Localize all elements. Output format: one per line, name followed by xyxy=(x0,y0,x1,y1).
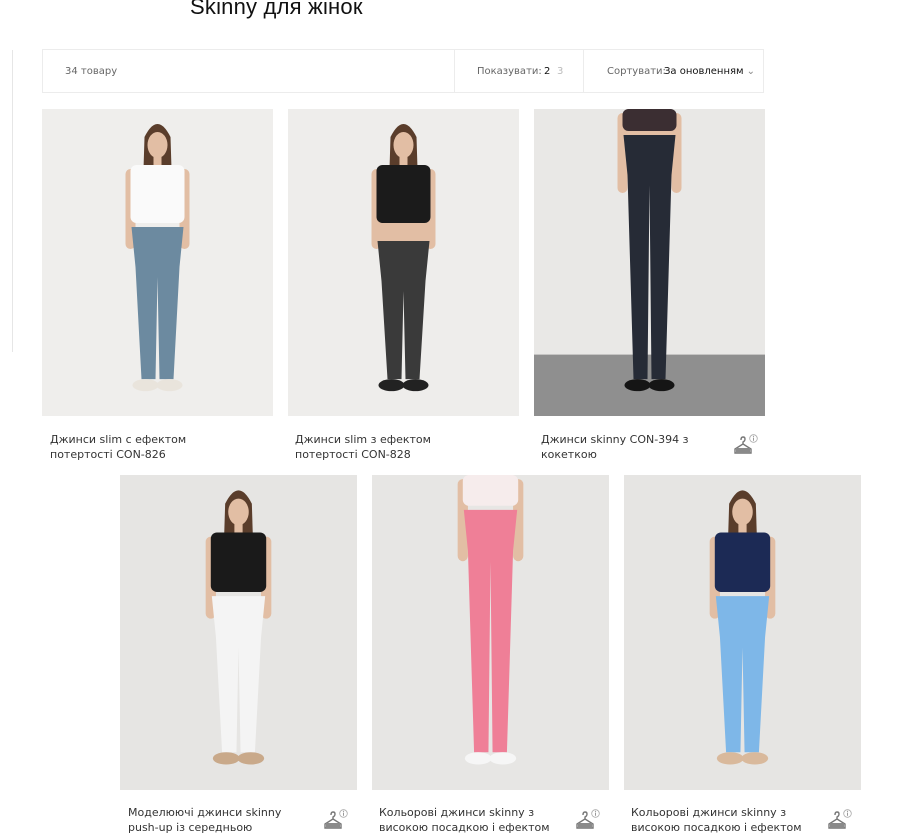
info-icon-dot xyxy=(846,810,849,812)
model-photo xyxy=(42,109,273,416)
hanger-info-icon[interactable] xyxy=(732,434,758,456)
info-icon-dot xyxy=(342,810,345,812)
product-card[interactable]: Джинси skinny CON-394 з кокеткою xyxy=(534,109,765,469)
model-photo xyxy=(372,475,609,790)
model-shoe xyxy=(648,379,675,392)
model-neck xyxy=(399,155,408,165)
model-shoe xyxy=(237,752,265,765)
columns-option-2[interactable]: 2 xyxy=(544,66,550,77)
product-image[interactable] xyxy=(120,475,357,790)
model-photo xyxy=(288,109,519,416)
catalog-toolbar: 34 товару Показувати: 2 3 Сортувати: За … xyxy=(42,49,764,93)
catalog-page: Skinny для жінок 34 товару Показувати: 2… xyxy=(0,0,900,839)
product-image[interactable] xyxy=(624,475,861,790)
hanger-icon xyxy=(324,809,348,829)
filter-panel-edge xyxy=(12,50,13,352)
model-torso xyxy=(627,131,672,135)
model-head xyxy=(393,132,414,158)
model-shoe xyxy=(378,379,405,392)
hanger-icon xyxy=(828,809,852,829)
sort-dropdown[interactable]: За оновленням ⌄ xyxy=(664,66,755,77)
model-photo xyxy=(120,475,357,790)
model-neck xyxy=(738,522,747,533)
page-title: Skinny для жінок xyxy=(190,0,363,19)
product-name[interactable]: Джинси slim с ефектом потертості CON-826 xyxy=(50,432,200,462)
product-card[interactable]: Джинси slim з ефектом потертості CON-828 xyxy=(288,109,519,469)
model-torso xyxy=(381,223,426,241)
model-photo xyxy=(624,475,861,790)
toolbar-divider xyxy=(583,50,584,92)
model-shoe xyxy=(489,752,517,765)
model-neck xyxy=(234,522,243,533)
sort-label: Сортувати: xyxy=(607,66,666,77)
toolbar-divider xyxy=(454,50,455,92)
model-photo xyxy=(534,109,765,416)
chevron-down-icon: ⌄ xyxy=(746,66,755,77)
info-icon-stem xyxy=(753,437,754,441)
product-card[interactable]: Кольорові джинси skinny з високою посадк… xyxy=(372,475,609,839)
model-head xyxy=(147,132,168,158)
info-icon-dot xyxy=(752,435,755,437)
model-shoe xyxy=(716,752,744,765)
columns-option-3[interactable]: 3 xyxy=(557,66,563,77)
hanger-info-icon[interactable] xyxy=(574,809,600,831)
product-card[interactable]: Моделюючі джинси skinny push-up із серед… xyxy=(120,475,357,839)
product-image[interactable] xyxy=(372,475,609,790)
product-image[interactable] xyxy=(288,109,519,416)
hanger-info-icon[interactable] xyxy=(322,809,348,831)
hanger-fill xyxy=(326,823,340,828)
model-top xyxy=(462,475,519,506)
model-top xyxy=(376,165,431,223)
model-top xyxy=(130,165,185,223)
product-image[interactable] xyxy=(534,109,765,416)
info-icon-stem xyxy=(595,812,596,816)
model-shoe xyxy=(464,752,492,765)
product-count: 34 товару xyxy=(65,66,118,77)
product-card[interactable]: Джинси slim с ефектом потертості CON-826 xyxy=(42,109,273,469)
info-icon-dot xyxy=(594,810,597,812)
product-name[interactable]: Кольорові джинси skinny з високою посадк… xyxy=(379,805,559,835)
info-icon-stem xyxy=(847,812,848,816)
hanger-fill xyxy=(830,823,844,828)
hanger-fill xyxy=(578,823,592,828)
product-image[interactable] xyxy=(42,109,273,416)
sort-value: За оновленням xyxy=(664,66,744,77)
hanger-info-icon[interactable] xyxy=(826,809,852,831)
model-shoe xyxy=(624,379,651,392)
info-icon-stem xyxy=(343,812,344,816)
model-top xyxy=(622,109,677,131)
product-name[interactable]: Джинси slim з ефектом потертості CON-828 xyxy=(295,432,445,462)
columns-label: Показувати: xyxy=(477,66,542,77)
model-top xyxy=(210,532,267,592)
model-shoe xyxy=(741,752,769,765)
model-top xyxy=(714,532,771,592)
model-shoe xyxy=(402,379,429,392)
model-shoe xyxy=(132,379,159,392)
product-name[interactable]: Джинси skinny CON-394 з кокеткою xyxy=(541,432,701,462)
model-head xyxy=(228,498,249,526)
model-shoe xyxy=(212,752,240,765)
hanger-fill xyxy=(736,448,750,453)
hanger-icon xyxy=(734,434,758,454)
product-name[interactable]: Моделюючі джинси skinny push-up із серед… xyxy=(128,805,298,835)
model-shoe xyxy=(156,379,183,392)
product-card[interactable]: Кольорові джинси skinny з високою посадк… xyxy=(624,475,861,839)
model-neck xyxy=(153,155,162,165)
hanger-icon xyxy=(576,809,600,829)
product-name[interactable]: Кольорові джинси skinny з високою посадк… xyxy=(631,805,811,835)
model-head xyxy=(732,498,753,526)
